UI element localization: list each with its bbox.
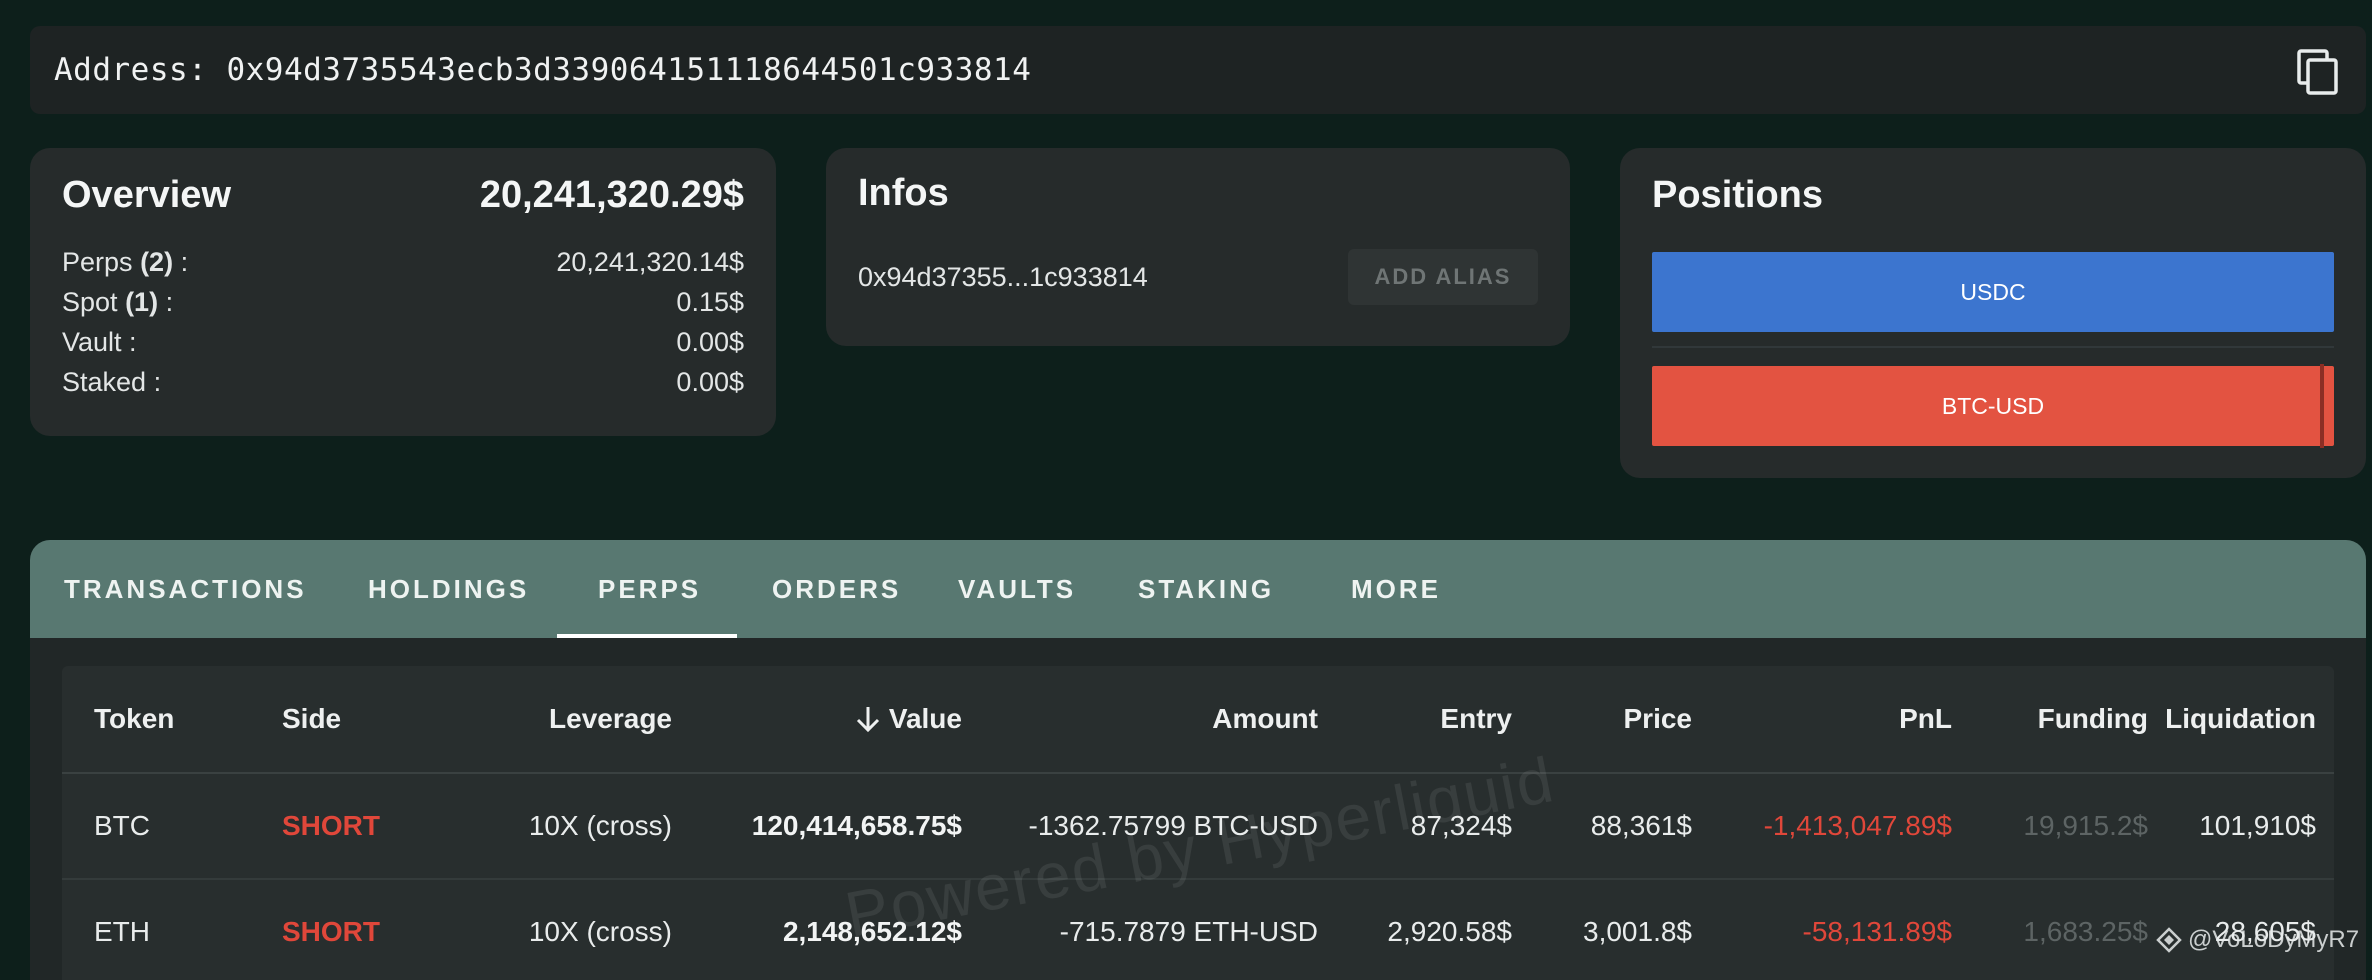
- position-label: USDC: [1960, 278, 2026, 305]
- cell-leverage: 10X (cross): [528, 916, 672, 947]
- cell-token: ETH: [94, 916, 150, 947]
- active-tab-indicator: [557, 634, 737, 638]
- main-panel: TRANSACTIONS HOLDINGS PERPS ORDERS VAULT…: [30, 540, 2366, 980]
- cell-value: 120,414,658.75$: [751, 810, 962, 841]
- header-value-label: Value: [888, 703, 962, 734]
- position-bar-edge: [2320, 364, 2324, 448]
- sort-arrow-down-icon: [856, 707, 879, 733]
- infos-card: Infos 0x94d37355...1c933814 ADD ALIAS: [826, 148, 1570, 346]
- cell-funding: 19,915.2$: [2023, 810, 2148, 841]
- cell-entry: 2,920.58$: [1387, 916, 1512, 947]
- cell-price: 3,001.8$: [1583, 916, 1692, 947]
- row-label: Vault: [62, 327, 122, 357]
- table-row[interactable]: BTC SHORT 10X (cross) 120,414,658.75$ -1…: [62, 774, 2334, 880]
- overview-row-staked: Staked : 0.00$: [62, 362, 744, 402]
- cell-leverage: 10X (cross): [528, 810, 672, 841]
- overview-total: 20,241,320.29$: [479, 173, 744, 216]
- tab-transactions[interactable]: TRANSACTIONS: [64, 540, 307, 638]
- row-value: 0.00$: [676, 367, 744, 397]
- positions-divider: [1652, 346, 2334, 348]
- overview-row-vault: Vault : 0.00$: [62, 322, 744, 362]
- row-label: Perps: [62, 247, 133, 277]
- row-count: (2): [140, 247, 174, 277]
- header-leverage[interactable]: Leverage: [392, 666, 672, 772]
- header-entry[interactable]: Entry: [1332, 666, 1512, 772]
- positions-title: Positions: [1652, 174, 1824, 216]
- tab-holdings[interactable]: HOLDINGS: [368, 540, 529, 638]
- header-price[interactable]: Price: [1522, 666, 1693, 772]
- tab-staking[interactable]: STAKING: [1138, 540, 1274, 638]
- cell-token: BTC: [94, 810, 150, 841]
- signature-text: @VoLoDyMyR7: [2188, 926, 2360, 953]
- cell-price: 88,361$: [1590, 810, 1692, 841]
- address-label: Address:: [54, 52, 208, 88]
- add-alias-button[interactable]: ADD ALIAS: [1348, 249, 1538, 305]
- position-bar-usdc[interactable]: USDC: [1652, 252, 2334, 332]
- cell-amount: -1362.75799 BTC-USD: [1028, 810, 1318, 841]
- row-value: 20,241,320.14$: [556, 247, 744, 277]
- table-header: Token Side Leverage Value Amount Entry P…: [62, 666, 2334, 774]
- perps-table: Token Side Leverage Value Amount Entry P…: [62, 666, 2334, 980]
- tab-vaults[interactable]: VAULTS: [958, 540, 1076, 638]
- tab-more[interactable]: MORE: [1351, 540, 1441, 638]
- header-value[interactable]: Value: [702, 666, 962, 772]
- diamond-logo-icon: [2156, 927, 2182, 953]
- cell-pnl: -58,131.89$: [1802, 916, 1952, 947]
- tab-bar: TRANSACTIONS HOLDINGS PERPS ORDERS VAULT…: [30, 540, 2366, 638]
- position-bar-btc-usd[interactable]: BTC-USD: [1652, 366, 2334, 446]
- table-row[interactable]: ETH SHORT 10X (cross) 2,148,652.12$ -715…: [62, 880, 2334, 980]
- row-label: Staked: [62, 367, 147, 397]
- row-count: (1): [125, 287, 159, 317]
- infos-title: Infos: [858, 172, 949, 214]
- tab-perps[interactable]: PERPS: [598, 540, 701, 638]
- header-token[interactable]: Token: [94, 666, 254, 772]
- short-address: 0x94d37355...1c933814: [858, 261, 1148, 292]
- address-bar: Address: 0x94d3735543ecb3d33906415111864…: [30, 26, 2366, 114]
- overview-card: Overview 20,241,320.29$ Perps (2) : 20,2…: [30, 148, 776, 436]
- cell-pnl: -1,413,047.89$: [1763, 810, 1952, 841]
- header-liquidation[interactable]: Liquidation: [2152, 666, 2316, 772]
- row-value: 0.15$: [676, 287, 744, 317]
- overview-title: Overview: [62, 173, 231, 216]
- position-label: BTC-USD: [1941, 392, 2045, 419]
- header-funding[interactable]: Funding: [1962, 666, 2148, 772]
- address-text: Address: 0x94d3735543ecb3d33906415111864…: [54, 52, 1031, 88]
- cell-liquidation: 101,910$: [2199, 810, 2316, 841]
- signature: @VoLoDyMyR7: [2156, 926, 2359, 954]
- cell-amount: -715.7879 ETH-USD: [1059, 916, 1318, 947]
- address-value: 0x94d3735543ecb3d339064151118644501c9338…: [226, 52, 1032, 88]
- cell-value: 2,148,652.12$: [782, 916, 962, 947]
- overview-row-spot: Spot (1) : 0.15$: [62, 282, 744, 322]
- row-label: Spot: [62, 287, 118, 317]
- cell-entry: 87,324$: [1410, 810, 1512, 841]
- copy-icon[interactable]: [2296, 48, 2340, 96]
- cell-funding: 1,683.25$: [2023, 916, 2148, 947]
- header-amount[interactable]: Amount: [982, 666, 1318, 772]
- positions-card: Positions USDC BTC-USD: [1620, 148, 2366, 478]
- tab-orders[interactable]: ORDERS: [772, 540, 901, 638]
- overview-row-perps: Perps (2) : 20,241,320.14$: [62, 242, 744, 282]
- header-pnl[interactable]: PnL: [1702, 666, 1952, 772]
- row-value: 0.00$: [676, 327, 744, 357]
